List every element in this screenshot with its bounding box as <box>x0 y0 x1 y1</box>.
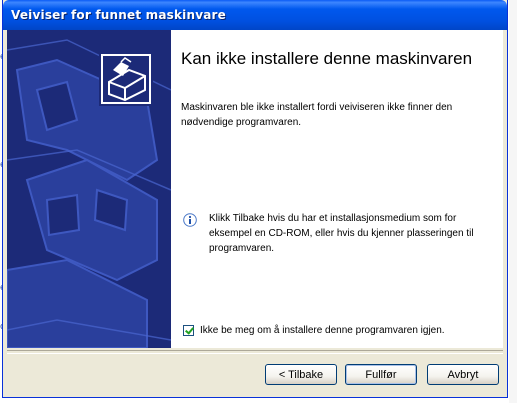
wizard-content: Kan ikke installere denne maskinvaren Ma… <box>171 30 503 348</box>
wizard-dialog: Veiviser for funnet maskinvare Kan ikke … <box>2 0 508 398</box>
title-bar[interactable]: Veiviser for funnet maskinvare <box>3 0 507 30</box>
info-icon <box>183 213 197 227</box>
button-separator <box>7 350 503 354</box>
info-text: Klikk Tilbake hvis du har et installasjo… <box>209 213 474 254</box>
dont-ask-again-checkbox-row[interactable]: Ikke be meg om å installere denne progra… <box>183 322 445 338</box>
wizard-side-banner <box>7 30 171 348</box>
back-button[interactable]: < Tilbake <box>265 364 337 385</box>
description-text: Maskinvaren ble ikke installert fordi ve… <box>181 102 453 128</box>
background-window-right <box>509 0 517 403</box>
page-title: Kan ikke installere denne maskinvaren <box>181 49 473 68</box>
hardware-box-icon <box>99 52 153 106</box>
dont-ask-again-checkbox[interactable] <box>183 324 194 336</box>
cancel-button[interactable]: Avbryt <box>427 364 499 385</box>
window-title: Veiviser for funnet maskinvare <box>11 8 227 22</box>
finish-button[interactable]: Fullfør <box>345 364 417 385</box>
checkbox-label: Ikke be meg om å installere denne progra… <box>200 324 445 336</box>
